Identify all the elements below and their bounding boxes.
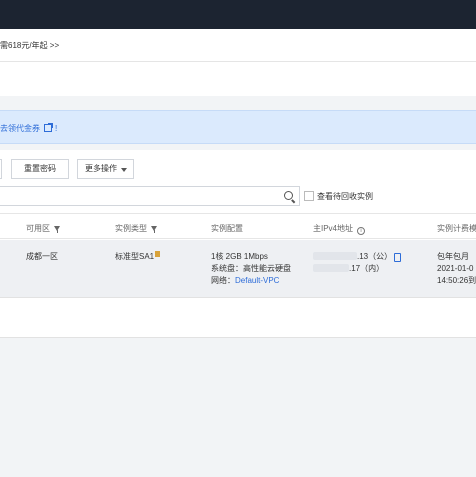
page-background [0, 339, 476, 477]
column-header-instance-type[interactable]: 实例类型 [115, 223, 157, 234]
vpc-link[interactable]: Default-VPC [235, 276, 279, 285]
voucher-link[interactable]: 去领代金券! [0, 123, 57, 134]
cell-instance-type: 标准型SA1 [115, 251, 161, 263]
search-input[interactable] [0, 186, 300, 206]
chevron-down-icon [121, 168, 127, 172]
external-link-icon [44, 123, 53, 132]
search-icon[interactable] [284, 191, 293, 200]
private-ip-suffix: .17（内） [349, 264, 385, 273]
filter-icon[interactable] [54, 226, 60, 233]
column-header-zone[interactable]: 可用区 [26, 223, 60, 234]
info-icon[interactable]: i [357, 227, 366, 235]
recycle-checkbox[interactable] [304, 191, 314, 201]
cell-network: 网络：Default-VPC [211, 275, 279, 287]
column-header-instance-type-label: 实例类型 [115, 224, 147, 233]
column-header-ipv4-label: 主IPv4地址 [313, 224, 354, 233]
column-header-config: 实例配置 [211, 224, 243, 233]
notice-bar: 去领代金券! [0, 110, 476, 144]
cell-billing-time: 14:50:26到 [437, 276, 476, 285]
redacted-ip [313, 252, 357, 260]
reset-password-button[interactable]: 重置密码 [11, 159, 69, 179]
more-actions-dropdown[interactable]: 更多操作 [77, 159, 134, 179]
more-actions-label: 更多操作 [85, 164, 117, 173]
cell-config-line1: 1核 2GB 1Mbps [211, 252, 268, 261]
network-label: 网络： [211, 276, 235, 285]
promo-banner: 需618元/年起 >> [0, 29, 476, 62]
cell-public-ip[interactable]: .13（公） [313, 251, 392, 263]
table-header: 可用区 实例类型 实例配置 主IPv4地址 i 实例计费模 [0, 213, 476, 239]
instance-list-panel: 重置密码 更多操作 查看待回收实例 可用区 实例类型 实例配置 主IPv4地址 i… [0, 150, 476, 338]
cell-private-ip[interactable]: .17（内） [313, 263, 384, 275]
instance-type-value: 标准型SA1 [115, 252, 155, 261]
top-navigation-bar [0, 0, 476, 29]
filter-icon[interactable] [151, 226, 157, 233]
toolbar-button-partial[interactable] [0, 159, 2, 179]
cell-billing-mode: 包年包月 [437, 252, 469, 261]
promo-link[interactable]: 需618元/年起 >> [0, 40, 59, 51]
cell-billing-date: 2021-01-0 [437, 264, 474, 273]
column-header-ipv4: 主IPv4地址 i [313, 223, 366, 235]
cell-config-line2: 系统盘：高性能云硬盘 [211, 264, 291, 273]
column-header-zone-label: 可用区 [26, 224, 50, 233]
notice-exclamation: ! [55, 124, 58, 133]
copy-icon[interactable] [394, 253, 401, 262]
badge-icon [155, 251, 161, 257]
recycle-checkbox-label[interactable]: 查看待回收实例 [317, 191, 373, 202]
voucher-link-label: 去领代金券 [0, 124, 40, 133]
table-row[interactable]: 成都一区 标准型SA1 1核 2GB 1Mbps 系统盘：高性能云硬盘 网络：D… [0, 240, 476, 298]
redacted-ip [313, 264, 349, 272]
page-header [0, 62, 476, 96]
column-header-billing: 实例计费模 [437, 224, 476, 233]
cell-zone: 成都一区 [26, 252, 58, 261]
public-ip-suffix: .13（公） [357, 252, 393, 261]
